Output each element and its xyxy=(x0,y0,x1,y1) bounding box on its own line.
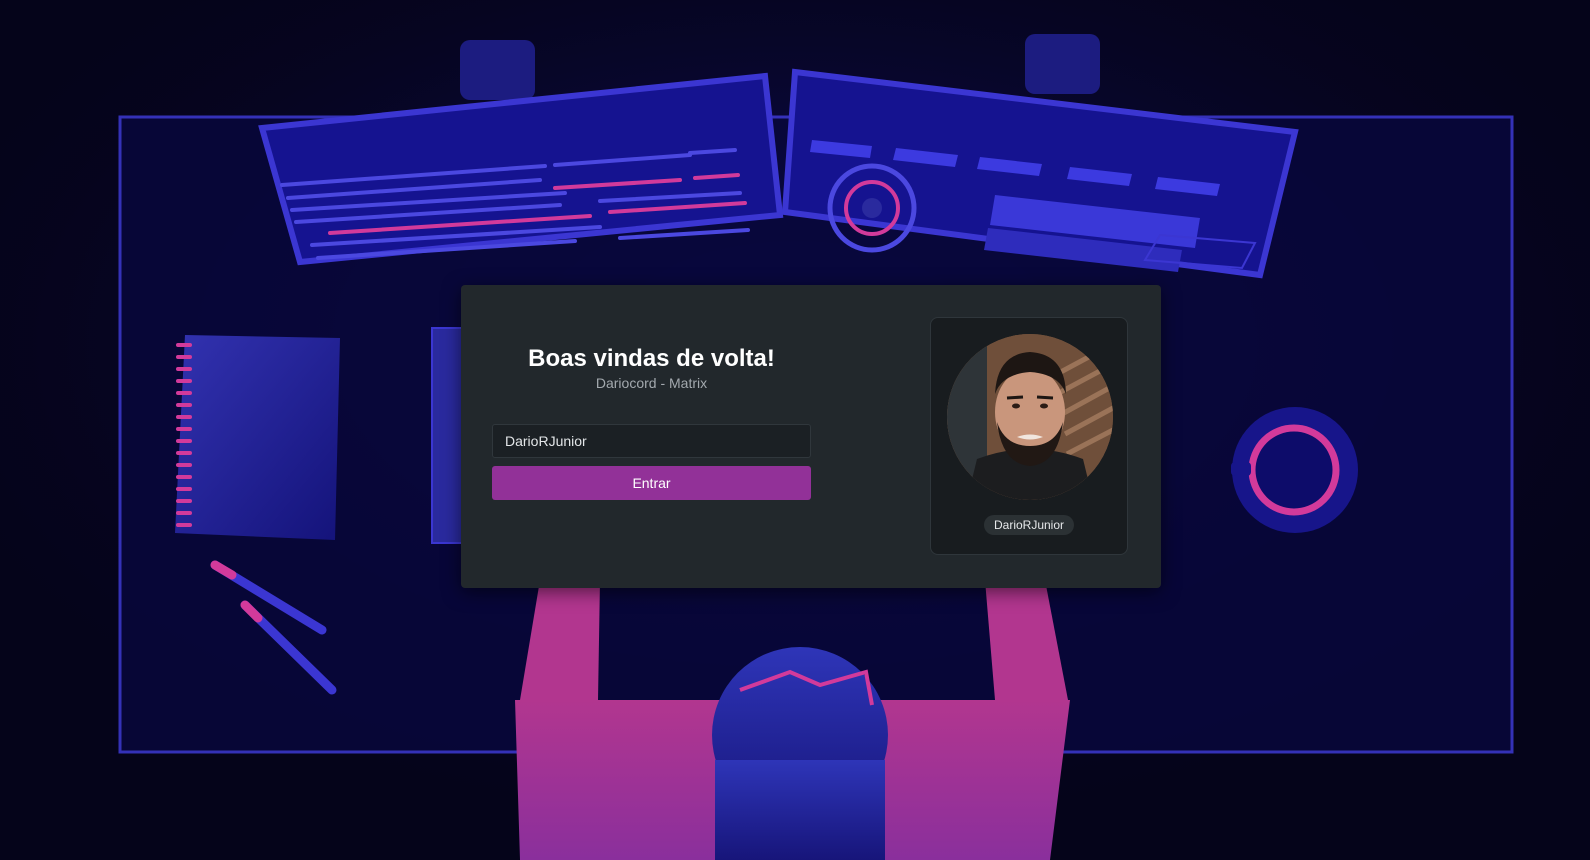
login-form: Boas vindas de volta! Dariocord - Matrix… xyxy=(492,285,811,500)
username-input[interactable] xyxy=(492,424,811,458)
login-button[interactable]: Entrar xyxy=(492,466,811,500)
profile-username-badge: DarioRJunior xyxy=(983,515,1075,535)
page-title: Boas vindas de volta! xyxy=(528,345,775,372)
profile-preview: DarioRJunior xyxy=(930,317,1128,555)
avatar xyxy=(947,334,1113,500)
avatar-image xyxy=(947,334,1113,500)
login-card: Boas vindas de volta! Dariocord - Matrix… xyxy=(461,285,1161,588)
page-subtitle: Dariocord - Matrix xyxy=(595,375,708,391)
